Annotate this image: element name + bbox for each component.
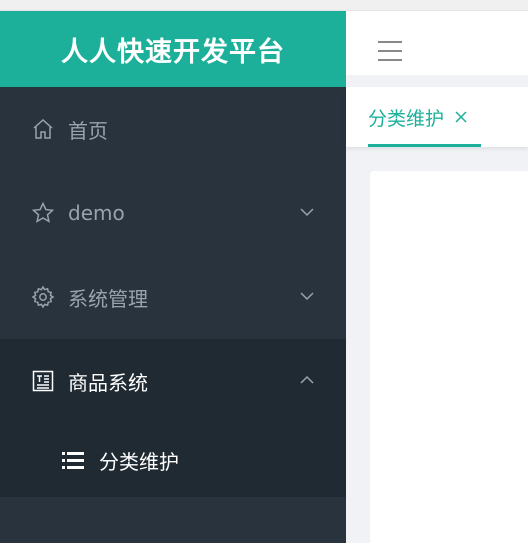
document-icon — [31, 369, 55, 393]
tab-bar: 分类维护 — [346, 87, 528, 147]
sidebar-item-product-system[interactable]: 商品系统 — [0, 339, 346, 423]
browser-top-strip — [0, 0, 528, 11]
close-icon[interactable] — [454, 110, 468, 124]
chevron-down-icon — [300, 208, 314, 217]
chevron-down-icon — [300, 292, 314, 301]
sidebar-item-demo[interactable]: demo — [0, 171, 346, 255]
gear-icon — [31, 285, 55, 309]
sidebar-item-system-management[interactable]: 系统管理 — [0, 255, 346, 339]
tab-category[interactable]: 分类维护 — [368, 87, 468, 147]
hamburger-icon[interactable] — [378, 41, 402, 61]
top-navbar — [346, 11, 528, 75]
sidebar-item-label: demo — [68, 201, 125, 225]
star-icon — [31, 201, 55, 225]
brand-header[interactable]: 人人快速开发平台 — [0, 11, 346, 87]
sidebar-item-label: 商品系统 — [68, 370, 148, 395]
active-tab-indicator — [368, 144, 481, 147]
sidebar-item-label: 首页 — [68, 118, 108, 143]
chevron-up-icon — [300, 375, 314, 384]
tab-label: 分类维护 — [368, 107, 445, 130]
list-icon — [62, 452, 84, 469]
sidebar-subitem-label: 分类维护 — [99, 449, 179, 474]
sidebar: 人人快速开发平台 首页 demo 系统管理 商品系统 分类维护 — [0, 11, 346, 543]
content-area — [370, 171, 528, 543]
app-title: 人人快速开发平台 — [61, 36, 285, 68]
sidebar-item-home[interactable]: 首页 — [0, 87, 346, 171]
sidebar-item-label: 系统管理 — [68, 286, 148, 311]
sidebar-subitem-category[interactable]: 分类维护 — [0, 423, 346, 497]
home-icon — [31, 117, 55, 141]
